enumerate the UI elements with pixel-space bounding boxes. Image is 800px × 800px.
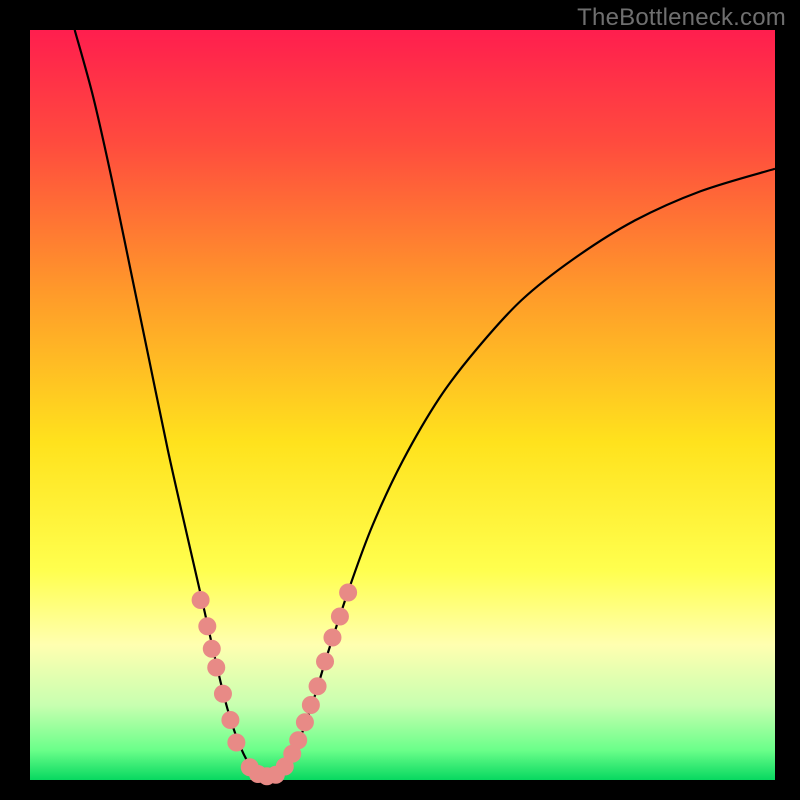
- data-marker: [296, 713, 314, 731]
- data-marker: [221, 711, 239, 729]
- data-marker: [302, 696, 320, 714]
- data-marker: [323, 629, 341, 647]
- data-marker: [289, 731, 307, 749]
- chart-canvas: [0, 0, 800, 800]
- plot-background: [30, 30, 775, 780]
- data-marker: [192, 591, 210, 609]
- watermark-label: TheBottleneck.com: [577, 4, 786, 32]
- data-marker: [227, 734, 245, 752]
- data-marker: [203, 640, 221, 658]
- data-marker: [198, 617, 216, 635]
- data-marker: [207, 659, 225, 677]
- bottleneck-chart: TheBottleneck.com: [0, 0, 800, 800]
- data-marker: [331, 608, 349, 626]
- data-marker: [316, 653, 334, 671]
- data-marker: [214, 685, 232, 703]
- data-marker: [309, 677, 327, 695]
- data-marker: [339, 584, 357, 602]
